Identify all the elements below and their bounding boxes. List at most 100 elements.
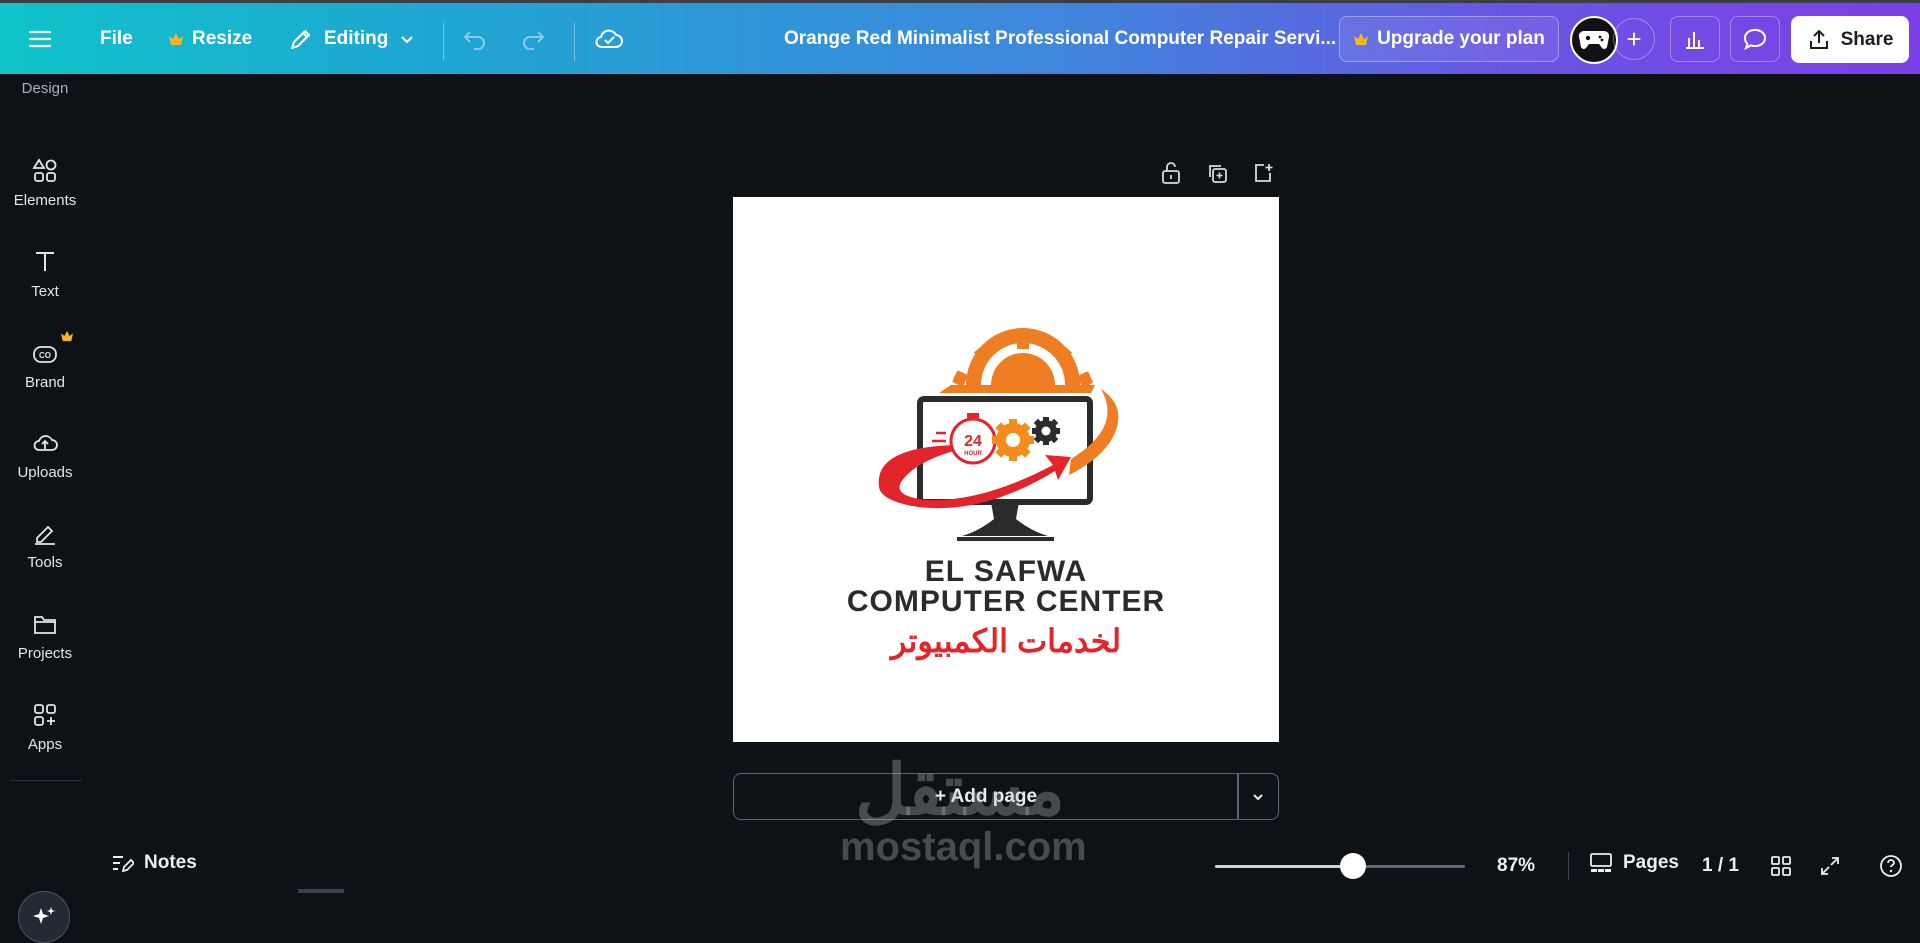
upgrade-plan-button[interactable]: Upgrade your plan (1339, 16, 1559, 62)
main-menu-button[interactable] (28, 3, 52, 74)
page-counter: 1 / 1 (1702, 855, 1739, 876)
tools-icon (30, 518, 60, 548)
svg-text:CO: CO (39, 351, 51, 360)
magic-assistant-button[interactable] (18, 891, 70, 943)
add-page-icon-button[interactable] (1250, 160, 1276, 186)
hamburger-icon (28, 30, 52, 47)
fullscreen-button[interactable] (1817, 853, 1843, 879)
chevron-down-icon (1253, 793, 1263, 800)
grid-view-icon (1771, 856, 1791, 876)
crown-icon (61, 330, 73, 342)
add-page-icon (1255, 164, 1273, 182)
svg-text:HOUR: HOUR (964, 451, 982, 457)
crown-icon (169, 32, 183, 45)
left-sidebar: Design Elements Text CO Brand Uploads To… (0, 74, 82, 943)
sidebar-item-label: Text (31, 283, 59, 300)
notes-label: Notes (144, 852, 197, 873)
editing-mode-dropdown[interactable]: Editing (288, 3, 416, 74)
cloud-check-icon (595, 29, 623, 48)
upload-share-icon (1809, 29, 1828, 49)
share-label: Share (1840, 28, 1894, 50)
sidebar-divider (10, 780, 82, 781)
svg-text:24: 24 (964, 433, 982, 450)
sidebar-item-label: Uploads (17, 464, 73, 481)
sidebar-item-elements[interactable]: Elements (0, 156, 90, 209)
watermark-latin: mostaql.com (840, 825, 1087, 869)
zoom-percentage[interactable]: 87% (1497, 855, 1535, 877)
upgrade-label: Upgrade your plan (1377, 28, 1545, 49)
design-page[interactable]: 24 HOUR EL SAFWA COMPUTER CENTER لخدمات … (733, 197, 1279, 742)
chevron-down-icon (401, 35, 414, 43)
add-page-button[interactable]: + Add page (733, 773, 1239, 820)
pencil-icon (291, 29, 310, 49)
add-page-menu-button[interactable] (1237, 773, 1279, 820)
sidebar-item-label: Projects (17, 645, 73, 662)
gear-emblem (939, 328, 1095, 393)
plus-icon: + (1626, 23, 1642, 54)
save-status-button[interactable] (594, 3, 624, 74)
notes-button[interactable]: Notes (110, 852, 197, 874)
pages-label: Pages (1623, 852, 1679, 873)
sidebar-item-label: Tools (27, 554, 63, 571)
logo-arabic-tagline: لخدمات الكمبيوتر (890, 623, 1122, 659)
expand-icon (1821, 857, 1839, 875)
undo-button[interactable] (462, 3, 488, 74)
sidebar-item-tools[interactable]: Tools (0, 518, 90, 571)
horizontal-scrollbar[interactable] (298, 889, 344, 893)
comments-button[interactable] (1730, 16, 1780, 62)
bottom-divider (1568, 852, 1569, 880)
zoom-slider-thumb[interactable] (1339, 853, 1366, 879)
lock-icon (1162, 162, 1180, 184)
help-button[interactable] (1878, 853, 1904, 879)
redo-icon (523, 30, 545, 50)
toolbar-divider (574, 23, 575, 61)
resize-button[interactable]: Resize (168, 3, 252, 74)
editing-label: Editing (324, 27, 389, 49)
sidebar-item-label: Brand (24, 374, 66, 391)
elements-icon (30, 156, 60, 186)
document-title[interactable]: Orange Red Minimalist Professional Compu… (784, 3, 1336, 74)
sidebar-item-label: Design (21, 80, 69, 97)
share-button[interactable]: Share (1791, 16, 1909, 63)
sidebar-item-design[interactable]: Design (0, 80, 90, 97)
sparkle-icon (33, 907, 55, 924)
duplicate-icon (1209, 165, 1227, 183)
undo-icon (463, 30, 485, 50)
sidebar-item-apps[interactable]: Apps (0, 700, 90, 753)
orange-gear-icon (992, 419, 1034, 461)
resize-label: Resize (192, 27, 253, 49)
file-menu-button[interactable]: File (100, 3, 133, 74)
page-toolbar (1158, 160, 1276, 186)
invite-plus-button[interactable]: + (1613, 18, 1655, 60)
grid-view-button[interactable] (1768, 853, 1794, 879)
apps-icon (30, 700, 60, 730)
pages-button[interactable]: Pages (1589, 852, 1679, 874)
redo-button[interactable] (520, 3, 546, 74)
sidebar-item-projects[interactable]: Projects (0, 609, 90, 662)
insights-button[interactable] (1670, 16, 1720, 62)
gamepad-icon (1578, 30, 1610, 49)
sidebar-item-brand[interactable]: CO Brand (0, 330, 90, 391)
folder-icon (30, 609, 60, 639)
pages-icon (1590, 853, 1612, 872)
black-gear-icon (1032, 417, 1060, 445)
computer-repair-logo[interactable]: 24 HOUR (733, 197, 1279, 742)
logo-title-line2: COMPUTER CENTER (846, 585, 1166, 618)
zoom-slider-fill (1215, 865, 1353, 868)
sidebar-item-label: Elements (13, 192, 77, 209)
bar-chart-icon (1686, 32, 1704, 49)
uploads-icon (30, 428, 60, 458)
duplicate-page-button[interactable] (1204, 160, 1230, 186)
sidebar-item-uploads[interactable]: Uploads (0, 428, 90, 481)
text-icon (30, 247, 60, 277)
sidebar-item-text[interactable]: Text (0, 247, 90, 300)
toolbar-divider (443, 23, 444, 61)
brand-icon: CO (30, 330, 73, 368)
avatar[interactable] (1570, 16, 1618, 64)
lock-page-button[interactable] (1158, 160, 1184, 186)
notes-icon (113, 856, 134, 873)
help-icon (1880, 855, 1902, 877)
comment-icon (1743, 28, 1767, 51)
sidebar-item-label: Apps (27, 736, 63, 753)
top-toolbar: File Resize Editing Orange Red Minimalis… (0, 0, 1920, 74)
